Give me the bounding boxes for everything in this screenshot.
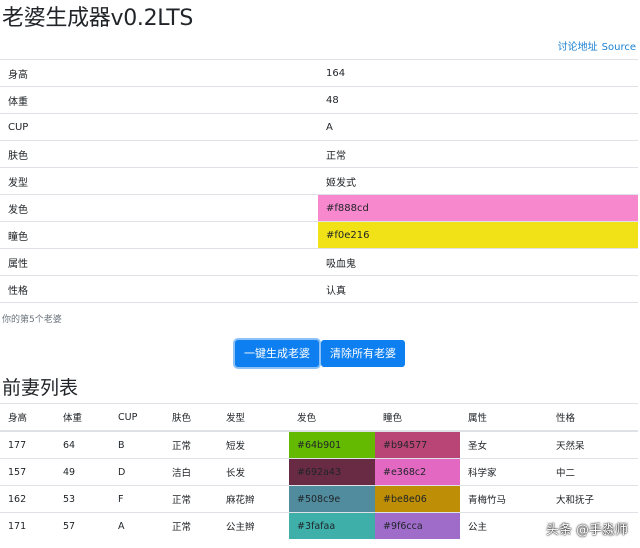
attribute-value: 认真: [318, 276, 638, 303]
table-row: 16253F正常麻花辫#508c9e#be8e06青梅竹马大和抚子: [0, 486, 638, 513]
table-cell: 49: [55, 459, 110, 486]
table-cell: F: [110, 486, 164, 513]
column-header: 属性: [460, 404, 548, 432]
color-swatch-cell: #be8e06: [375, 486, 460, 513]
table-cell: B: [110, 431, 164, 459]
attribute-label: 肤色: [0, 141, 318, 168]
color-swatch-cell: #9f6cca: [375, 513, 460, 540]
attribute-label: 体重: [0, 87, 318, 114]
table-cell: A: [110, 513, 164, 540]
table-cell: 171: [0, 513, 55, 540]
table-cell: 公主: [460, 513, 548, 540]
attribute-value: 正常: [318, 141, 638, 168]
attribute-label: CUP: [0, 114, 318, 141]
color-swatch-cell: #3fafaa: [289, 513, 375, 540]
table-cell: 洁白: [164, 459, 218, 486]
generate-wife-button[interactable]: 一键生成老婆: [235, 340, 319, 367]
table-cell: D: [110, 459, 164, 486]
attribute-row: 属性吸血鬼: [0, 249, 638, 276]
table-cell: 公主辫: [218, 513, 289, 540]
table-row: 17764B正常短发#64b901#b94577圣女天然呆: [0, 431, 638, 459]
color-swatch-cell: #64b901: [289, 431, 375, 459]
attribute-value: 48: [318, 87, 638, 114]
attribute-label: 瞳色: [0, 222, 318, 249]
attribute-row: 肤色正常: [0, 141, 638, 168]
clear-all-button[interactable]: 清除所有老婆: [321, 340, 405, 367]
table-cell: 正常: [164, 431, 218, 459]
column-header: 肤色: [164, 404, 218, 432]
top-links: 讨论地址 Source: [558, 38, 636, 53]
column-header: 瞳色: [375, 404, 460, 432]
attribute-row: 体重48: [0, 87, 638, 114]
attribute-color-value: #f888cd: [318, 195, 638, 222]
watermark: 头条 @手淼师: [546, 519, 628, 538]
column-header: CUP: [110, 404, 164, 432]
attribute-row: 发型姬发式: [0, 168, 638, 195]
attribute-row: CUPA: [0, 114, 638, 141]
table-row: 17157A正常公主辫#3fafaa#9f6cca公主: [0, 513, 638, 540]
attribute-row: 身高164: [0, 60, 638, 87]
source-link[interactable]: Source: [602, 42, 636, 53]
column-header: 性格: [548, 404, 638, 432]
table-cell: 大和抚子: [548, 486, 638, 513]
wife-counter: 你的第5个老婆: [2, 312, 62, 325]
color-swatch-cell: #e368c2: [375, 459, 460, 486]
attribute-label: 身高: [0, 60, 318, 87]
color-swatch-cell: #692a43: [289, 459, 375, 486]
attribute-row: 性格认真: [0, 276, 638, 303]
table-cell: 科学家: [460, 459, 548, 486]
table-row: 15749D洁白长发#692a43#e368c2科学家中二: [0, 459, 638, 486]
table-cell: 圣女: [460, 431, 548, 459]
table-cell: 正常: [164, 513, 218, 540]
attribute-label: 发色: [0, 195, 318, 222]
table-cell: 正常: [164, 486, 218, 513]
table-cell: 57: [55, 513, 110, 540]
ex-wives-title: 前妻列表: [2, 374, 78, 402]
column-header: 发型: [218, 404, 289, 432]
table-cell: 162: [0, 486, 55, 513]
table-cell: 天然呆: [548, 431, 638, 459]
attribute-value: A: [318, 114, 638, 141]
table-cell: 中二: [548, 459, 638, 486]
attribute-label: 属性: [0, 249, 318, 276]
discussion-link[interactable]: 讨论地址: [558, 42, 598, 53]
table-cell: 157: [0, 459, 55, 486]
attribute-color-value: #f0e216: [318, 222, 638, 249]
table-cell: 长发: [218, 459, 289, 486]
table-cell: 64: [55, 431, 110, 459]
attribute-label: 发型: [0, 168, 318, 195]
color-swatch-cell: #508c9e: [289, 486, 375, 513]
attribute-value: 164: [318, 60, 638, 87]
action-buttons: 一键生成老婆 清除所有老婆: [0, 340, 640, 367]
attribute-value: 吸血鬼: [318, 249, 638, 276]
attribute-value: 姬发式: [318, 168, 638, 195]
page-title: 老婆生成器v0.2LTS: [2, 4, 193, 34]
attribute-label: 性格: [0, 276, 318, 303]
table-cell: 青梅竹马: [460, 486, 548, 513]
table-cell: 麻花辫: [218, 486, 289, 513]
column-header: 身高: [0, 404, 55, 432]
table-cell: 53: [55, 486, 110, 513]
table-cell: 短发: [218, 431, 289, 459]
ex-wives-table: 身高体重CUP肤色发型发色瞳色属性性格 17764B正常短发#64b901#b9…: [0, 403, 638, 539]
table-cell: 177: [0, 431, 55, 459]
attribute-row: 发色#f888cd: [0, 195, 638, 222]
attributes-table: 身高164体重48CUPA肤色正常发型姬发式发色#f888cd瞳色#f0e216…: [0, 59, 638, 303]
attribute-row: 瞳色#f0e216: [0, 222, 638, 249]
color-swatch-cell: #b94577: [375, 431, 460, 459]
table-header-row: 身高体重CUP肤色发型发色瞳色属性性格: [0, 404, 638, 432]
column-header: 体重: [55, 404, 110, 432]
column-header: 发色: [289, 404, 375, 432]
